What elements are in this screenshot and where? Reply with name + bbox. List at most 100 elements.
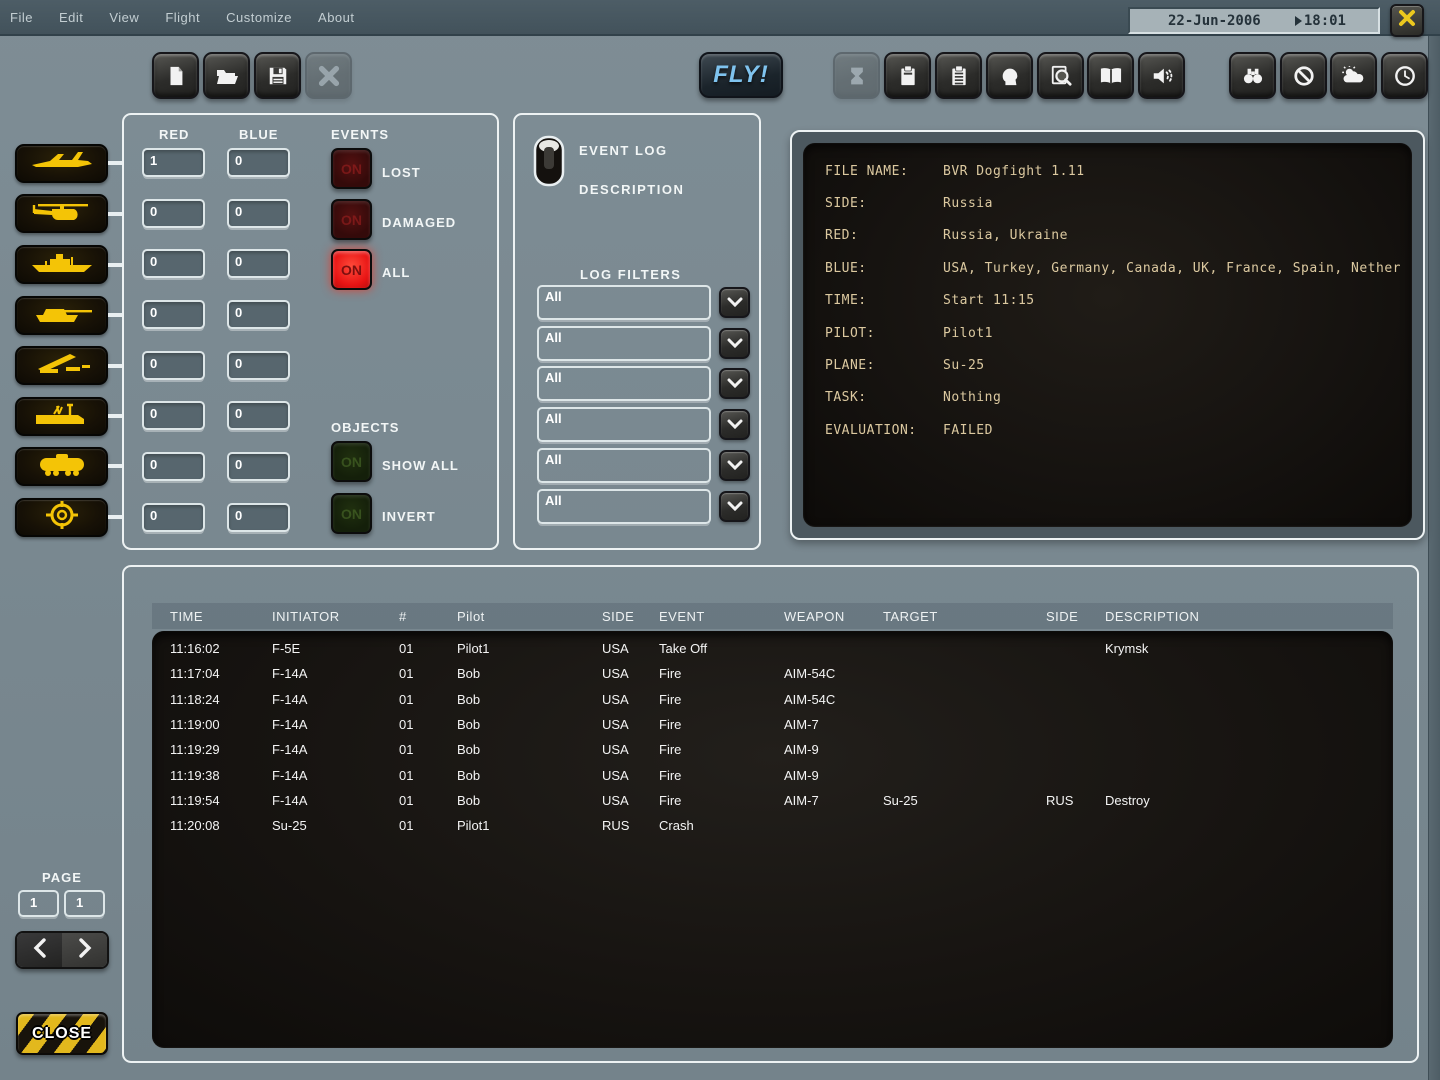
toggle-show-all[interactable]: ON bbox=[331, 441, 372, 482]
cell-event: Fire bbox=[659, 742, 784, 757]
field-value-side: Russia bbox=[943, 196, 1412, 211]
filter-train-button[interactable] bbox=[15, 447, 108, 486]
new-file-button[interactable] bbox=[152, 52, 199, 99]
toggle-lost-label: LOST bbox=[382, 165, 421, 180]
red-count-static[interactable]: 0 bbox=[142, 503, 205, 532]
cell-initiator: F-14A bbox=[272, 793, 399, 808]
toggle-invert[interactable]: ON bbox=[331, 493, 372, 534]
filter-static-target-button[interactable] bbox=[15, 498, 108, 537]
cell-event: Fire bbox=[659, 717, 784, 732]
field-label-plane: PLANE: bbox=[825, 358, 943, 373]
blue-count-fixed-wing[interactable]: 0 bbox=[227, 148, 290, 177]
log-filter-4-dropdown-button[interactable] bbox=[719, 409, 750, 440]
toggle-damaged[interactable]: ON bbox=[331, 199, 372, 240]
cell-pilot: Bob bbox=[457, 742, 602, 757]
toggle-invert-label: INVERT bbox=[382, 509, 436, 524]
log-filter-2[interactable]: All bbox=[537, 326, 711, 361]
table-row[interactable]: 11:16:02F-5E01Pilot1USATake OffKrymsk bbox=[152, 636, 1393, 661]
filter-ship-button[interactable] bbox=[15, 245, 108, 284]
fixed-wing-icon bbox=[26, 147, 98, 180]
weather-button[interactable] bbox=[1330, 52, 1377, 99]
toggle-damaged-label: DAMAGED bbox=[382, 215, 456, 230]
table-row[interactable]: 11:20:08Su-2501Pilot1RUSCrash bbox=[152, 813, 1393, 838]
debriefing-button[interactable] bbox=[935, 52, 982, 99]
search-log-button[interactable] bbox=[1037, 52, 1084, 99]
table-row[interactable]: 11:19:54F-14A01BobUSAFireAIM-7Su-25RUSDe… bbox=[152, 788, 1393, 813]
menu-item-customize[interactable]: Customize bbox=[226, 10, 292, 25]
switch-icon[interactable] bbox=[531, 133, 569, 194]
log-filter-5[interactable]: All bbox=[537, 448, 711, 483]
save-file-button[interactable] bbox=[254, 52, 301, 99]
blue-count-train[interactable]: 0 bbox=[227, 452, 290, 481]
toggle-lost[interactable]: ON bbox=[331, 148, 372, 189]
close-button[interactable]: CLOSE bbox=[16, 1012, 108, 1055]
log-filter-3-dropdown-button[interactable] bbox=[719, 368, 750, 399]
cell-time: 11:17:04 bbox=[170, 666, 272, 681]
blue-count-static[interactable]: 0 bbox=[227, 503, 290, 532]
blue-column-header: BLUE bbox=[239, 127, 278, 142]
pilot-head-icon bbox=[999, 65, 1021, 87]
log-filter-1-dropdown-button[interactable] bbox=[719, 287, 750, 318]
event-log-title: EVENT LOG bbox=[579, 143, 668, 158]
red-count-helicopter[interactable]: 0 bbox=[142, 199, 205, 228]
briefing-button[interactable] bbox=[884, 52, 931, 99]
blue-count-helicopter[interactable]: 0 bbox=[227, 199, 290, 228]
table-row[interactable]: 11:19:00F-14A01BobUSAFireAIM-7 bbox=[152, 712, 1393, 737]
filter-fixed-wing-button[interactable] bbox=[15, 144, 108, 183]
clipboard-lines-icon bbox=[949, 65, 969, 87]
failures-button[interactable] bbox=[1280, 52, 1327, 99]
log-filter-3[interactable]: All bbox=[537, 366, 711, 401]
blue-count-tank[interactable]: 0 bbox=[227, 300, 290, 329]
menu-item-edit[interactable]: Edit bbox=[59, 10, 83, 25]
red-count-sam[interactable]: 0 bbox=[142, 351, 205, 380]
red-count-radar-vehicle[interactable]: 0 bbox=[142, 401, 205, 430]
window-close-button[interactable] bbox=[1390, 4, 1424, 37]
table-row[interactable]: 11:17:04F-14A01BobUSAFireAIM-54C bbox=[152, 661, 1393, 686]
menu-item-view[interactable]: View bbox=[109, 10, 139, 25]
red-count-ship[interactable]: 0 bbox=[142, 249, 205, 278]
filter-helicopter-button[interactable] bbox=[15, 194, 108, 233]
cell-initiator: Su-25 bbox=[272, 818, 399, 833]
page-label: PAGE bbox=[42, 870, 82, 885]
cell-event: Take Off bbox=[659, 641, 784, 656]
time-settings-button[interactable] bbox=[1381, 52, 1428, 99]
red-count-train[interactable]: 0 bbox=[142, 452, 205, 481]
table-row[interactable]: 11:19:38F-14A01BobUSAFireAIM-9 bbox=[152, 762, 1393, 787]
cell-target-side: RUS bbox=[1046, 793, 1105, 808]
blue-count-radar-vehicle[interactable]: 0 bbox=[227, 401, 290, 430]
log-filter-6-dropdown-button[interactable] bbox=[719, 491, 750, 522]
menu-item-file[interactable]: File bbox=[10, 10, 33, 25]
toggle-all[interactable]: ON bbox=[331, 249, 372, 290]
red-count-tank[interactable]: 0 bbox=[142, 300, 205, 329]
log-filter-4[interactable]: All bbox=[537, 407, 711, 442]
fly-button[interactable]: FLY! bbox=[699, 52, 783, 98]
menu-item-about[interactable]: About bbox=[318, 10, 354, 25]
cell-number: 01 bbox=[399, 793, 457, 808]
next-page-button[interactable] bbox=[62, 933, 107, 967]
cell-initiator: F-14A bbox=[272, 692, 399, 707]
open-file-button[interactable] bbox=[203, 52, 250, 99]
red-count-fixed-wing[interactable]: 1 bbox=[142, 148, 205, 177]
filter-tank-button[interactable] bbox=[15, 296, 108, 335]
view-options-button[interactable] bbox=[1229, 52, 1276, 99]
header-weapon: WEAPON bbox=[784, 609, 883, 624]
train-icon bbox=[26, 450, 98, 483]
filter-radar-vehicle-button[interactable] bbox=[15, 397, 108, 436]
log-filter-5-dropdown-button[interactable] bbox=[719, 450, 750, 481]
blue-count-ship[interactable]: 0 bbox=[227, 249, 290, 278]
filter-sam-button[interactable] bbox=[15, 346, 108, 385]
previous-page-button[interactable] bbox=[17, 933, 62, 967]
pilot-log-button[interactable] bbox=[986, 52, 1033, 99]
menu-item-flight[interactable]: Flight bbox=[165, 10, 200, 25]
table-row[interactable]: 11:18:24F-14A01BobUSAFireAIM-54C bbox=[152, 687, 1393, 712]
field-value-pilot: Pilot1 bbox=[943, 326, 1412, 341]
log-filter-1[interactable]: All bbox=[537, 285, 711, 320]
page-current-box[interactable]: 1 bbox=[18, 890, 59, 917]
sound-button[interactable] bbox=[1138, 52, 1185, 99]
encyclopedia-button[interactable] bbox=[1087, 52, 1134, 99]
log-filter-2-dropdown-button[interactable] bbox=[719, 328, 750, 359]
blue-count-sam[interactable]: 0 bbox=[227, 351, 290, 380]
x-icon bbox=[318, 65, 340, 87]
log-filter-6[interactable]: All bbox=[537, 489, 711, 524]
table-row[interactable]: 11:19:29F-14A01BobUSAFireAIM-9 bbox=[152, 737, 1393, 762]
